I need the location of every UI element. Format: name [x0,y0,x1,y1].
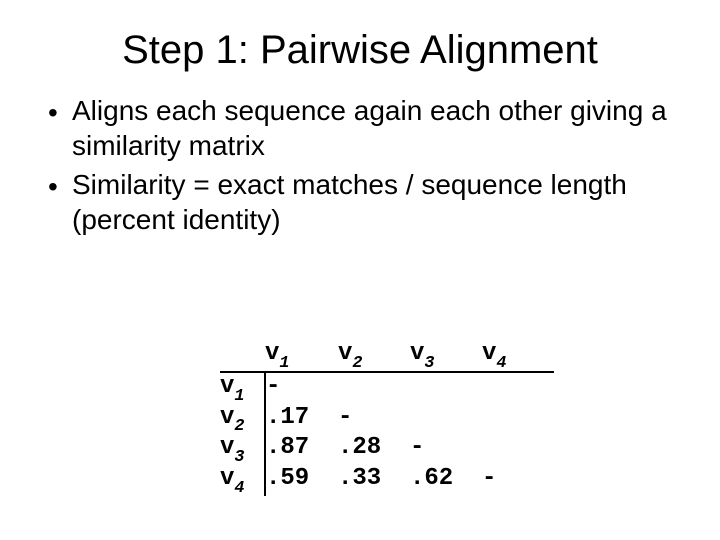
matrix-col-header: v3 [410,340,482,372]
matrix-row-header: v2 [220,404,265,435]
matrix-row: v4 .59 .33 .62 - [220,465,554,496]
matrix-col-header: v4 [482,340,554,372]
bullet-text: Aligns each sequence again each other gi… [72,93,680,163]
bullet-list: • Aligns each sequence again each other … [0,93,720,237]
matrix-cell: .17 [265,404,338,435]
matrix-cell: .62 [410,465,482,496]
matrix-row: v2 .17 - [220,404,554,435]
bullet-item: • Aligns each sequence again each other … [48,93,680,163]
matrix-cell [338,372,410,404]
matrix-cell: .87 [265,434,338,465]
matrix-cell: - [410,434,482,465]
bullet-dot-icon: • [48,93,72,130]
matrix-cell: - [482,465,554,496]
matrix-cell [482,372,554,404]
slide: Step 1: Pairwise Alignment • Aligns each… [0,0,720,540]
matrix-row-header: v4 [220,465,265,496]
matrix-col-header: v1 [265,340,338,372]
slide-title: Step 1: Pairwise Alignment [0,0,720,93]
bullet-item: • Similarity = exact matches / sequence … [48,167,680,237]
matrix-cell [482,404,554,435]
matrix-cell: .33 [338,465,410,496]
matrix-table: v1 v2 v3 v4 v1 - v2 .17 - v3 .87 [220,340,554,496]
matrix-corner [220,340,265,372]
matrix-cell: .28 [338,434,410,465]
matrix-row-header: v1 [220,372,265,404]
matrix-col-header: v2 [338,340,410,372]
bullet-text: Similarity = exact matches / sequence le… [72,167,680,237]
matrix-cell [482,434,554,465]
bullet-dot-icon: • [48,167,72,204]
matrix-cell [410,372,482,404]
matrix-cell [410,404,482,435]
matrix-row: v3 .87 .28 - [220,434,554,465]
matrix-cell: .59 [265,465,338,496]
matrix-cell: - [265,372,338,404]
matrix-row: v1 - [220,372,554,404]
similarity-matrix: v1 v2 v3 v4 v1 - v2 .17 - v3 .87 [220,340,554,496]
matrix-header-row: v1 v2 v3 v4 [220,340,554,372]
matrix-cell: - [338,404,410,435]
matrix-row-header: v3 [220,434,265,465]
